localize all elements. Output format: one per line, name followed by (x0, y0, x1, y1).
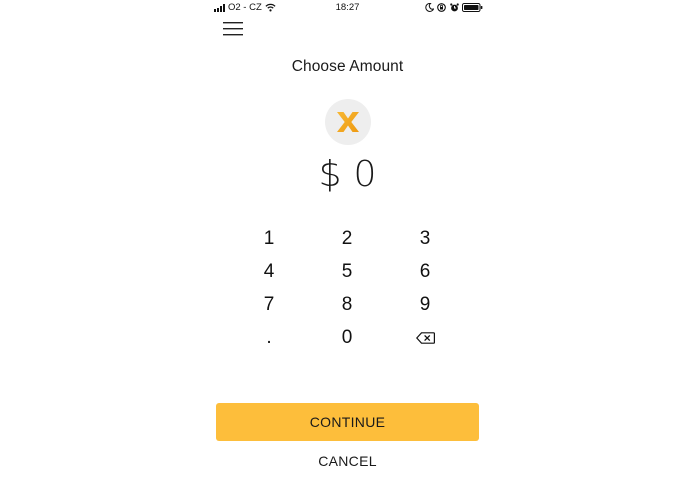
coin-avatar (325, 99, 371, 145)
currency-symbol: $ (318, 154, 342, 195)
number-keypad: 1 2 3 4 5 6 7 8 9 . 0 (230, 222, 464, 358)
key-9[interactable]: 9 (386, 288, 464, 321)
key-6[interactable]: 6 (386, 255, 464, 288)
key-8[interactable]: 8 (308, 288, 386, 321)
cancel-button[interactable]: CANCEL (216, 450, 479, 472)
continue-button[interactable]: CONTINUE (216, 403, 479, 441)
backspace-button[interactable] (386, 321, 464, 354)
amount-display: $0 (0, 154, 695, 195)
alarm-icon (450, 3, 459, 12)
key-2[interactable]: 2 (308, 222, 386, 255)
key-3[interactable]: 3 (386, 222, 464, 255)
moon-icon (425, 3, 434, 12)
backspace-icon (415, 331, 435, 344)
key-7[interactable]: 7 (230, 288, 308, 321)
status-time: 18:27 (335, 2, 360, 13)
key-0[interactable]: 0 (308, 321, 386, 354)
amount-value: 0 (353, 154, 377, 195)
hamburger-menu-icon[interactable] (222, 20, 244, 38)
choose-amount-screen: O2 - CZ 18:27 Choose Amount $ 0 1 2 3 4 … (0, 0, 695, 494)
status-bar: O2 - CZ 18:27 (0, 0, 695, 16)
key-1[interactable]: 1 (230, 222, 308, 255)
key-decimal[interactable]: . (230, 321, 308, 354)
page-title: Choose Amount (291, 58, 404, 75)
battery-icon (462, 3, 483, 12)
key-5[interactable]: 5 (308, 255, 386, 288)
key-4[interactable]: 4 (230, 255, 308, 288)
rotation-lock-icon (437, 3, 446, 12)
x-coin-icon (337, 112, 359, 132)
